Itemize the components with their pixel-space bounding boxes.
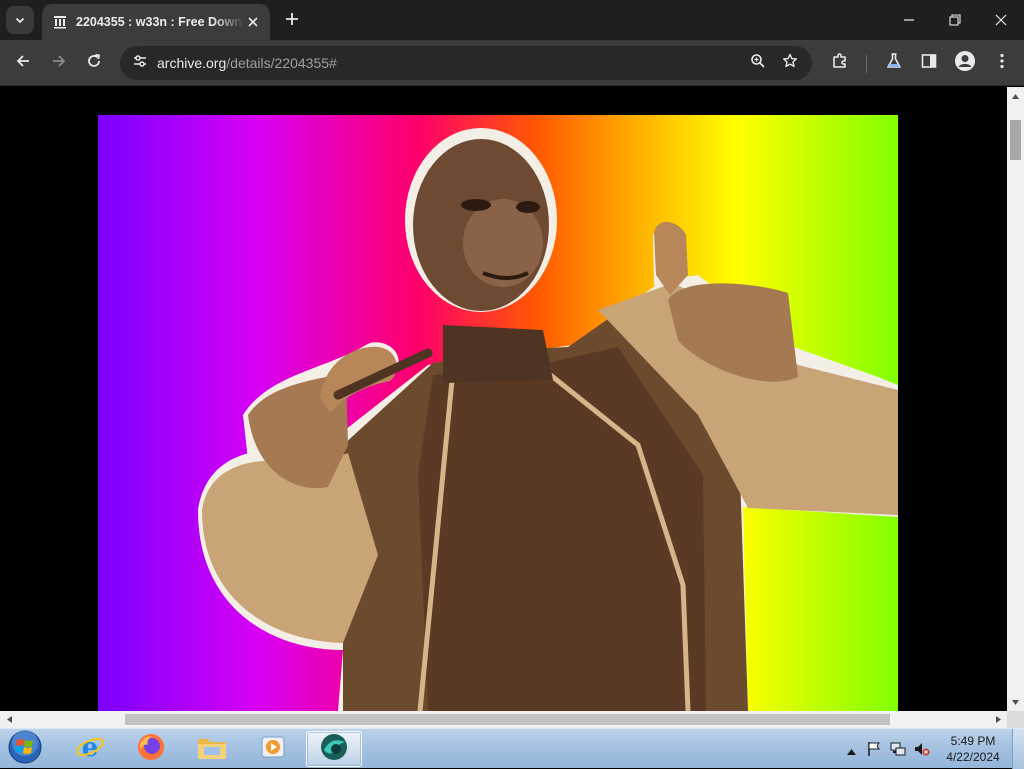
browser-app-icon (319, 732, 349, 766)
start-button[interactable] (6, 730, 44, 768)
scroll-corner (1007, 711, 1024, 728)
restore-button[interactable] (932, 0, 978, 40)
minimize-icon (903, 11, 915, 30)
horizontal-scroll-thumb[interactable] (125, 714, 890, 725)
menu-button[interactable] (987, 48, 1017, 78)
profile-button[interactable] (950, 48, 980, 78)
puzzle-icon (831, 52, 849, 74)
taskbar-internet-explorer[interactable]: e (62, 731, 118, 767)
clock-time: 5:49 PM (950, 734, 996, 748)
arrow-right-icon (51, 53, 67, 73)
taskbar: e 5:49 PM 4/22/2024 (0, 728, 1024, 769)
zoom-icon (750, 53, 766, 73)
taskbar-browser-app[interactable] (306, 731, 362, 767)
taskbar-media-player[interactable] (245, 731, 301, 767)
zoom-button[interactable] (744, 49, 772, 77)
bookmark-button[interactable] (776, 49, 804, 77)
scroll-down-arrow-icon[interactable] (1007, 695, 1024, 709)
vertical-scrollbar[interactable] (1007, 87, 1024, 711)
labs-button[interactable] (879, 48, 909, 78)
minimize-button[interactable] (886, 0, 932, 40)
url-text[interactable]: archive.org/details/2204355# (157, 46, 337, 80)
archive-favicon-icon (52, 14, 68, 30)
firefox-icon (136, 732, 166, 766)
action-center-icon[interactable] (866, 741, 882, 757)
vertical-scroll-thumb[interactable] (1010, 120, 1021, 160)
extensions-button[interactable] (825, 48, 855, 78)
forward-button[interactable] (44, 48, 74, 78)
address-bar[interactable]: archive.org/details/2204355# (120, 46, 812, 80)
flask-icon (885, 52, 903, 74)
show-desktop-button[interactable] (1012, 729, 1024, 769)
file-explorer-icon (196, 733, 228, 765)
tab-strip: 2204355 : w33n : Free Download, Borrow, … (0, 0, 1024, 40)
reload-icon (86, 53, 102, 73)
more-vert-icon (1000, 53, 1004, 73)
close-window-button[interactable] (978, 0, 1024, 40)
chevron-down-icon (14, 11, 26, 30)
side-panel-button[interactable] (914, 48, 944, 78)
plus-icon (285, 11, 299, 30)
new-tab-button[interactable] (280, 8, 304, 32)
url-host: archive.org (157, 55, 227, 71)
taskbar-firefox[interactable] (123, 731, 179, 767)
active-tab[interactable]: 2204355 : w33n : Free Download, Borrow, … (42, 4, 270, 40)
internet-explorer-icon: e (75, 732, 105, 766)
volume-muted-icon[interactable] (914, 741, 930, 757)
horizontal-scrollbar[interactable] (0, 711, 1007, 728)
url-path: /details/2204355# (226, 55, 337, 71)
tab-title: 2204355 : w33n : Free Download, Borrow, … (76, 15, 244, 29)
tab-search-button[interactable] (6, 6, 34, 34)
network-icon[interactable] (890, 741, 906, 757)
image-figure (198, 128, 898, 711)
avatar-icon (954, 50, 976, 76)
restore-icon (949, 11, 961, 30)
scroll-left-arrow-icon[interactable] (2, 711, 16, 728)
side-panel-icon (921, 53, 937, 73)
star-icon (782, 53, 798, 73)
clock-date: 4/22/2024 (946, 750, 1000, 764)
site-info-button[interactable] (126, 49, 154, 77)
toolbar-divider (866, 55, 867, 73)
browser-toolbar: archive.org/details/2204355# (0, 40, 1024, 86)
media-player-icon (258, 732, 288, 766)
arrow-left-icon (15, 53, 31, 73)
reload-button[interactable] (79, 48, 109, 78)
close-icon (995, 11, 1007, 30)
page-viewport (0, 87, 1007, 711)
close-tab-icon[interactable] (244, 13, 262, 31)
system-clock[interactable]: 5:49 PM 4/22/2024 (940, 733, 1006, 765)
svg-text:e: e (82, 733, 99, 762)
chevron-up-icon (846, 740, 856, 759)
show-hidden-icons-button[interactable] (843, 741, 859, 757)
taskbar-file-explorer[interactable] (184, 731, 240, 767)
scroll-right-arrow-icon[interactable] (991, 711, 1005, 728)
main-image[interactable] (98, 115, 898, 711)
back-button[interactable] (8, 48, 38, 78)
windows-logo-icon (8, 730, 42, 768)
tune-icon (132, 53, 148, 73)
scroll-up-arrow-icon[interactable] (1007, 89, 1024, 103)
